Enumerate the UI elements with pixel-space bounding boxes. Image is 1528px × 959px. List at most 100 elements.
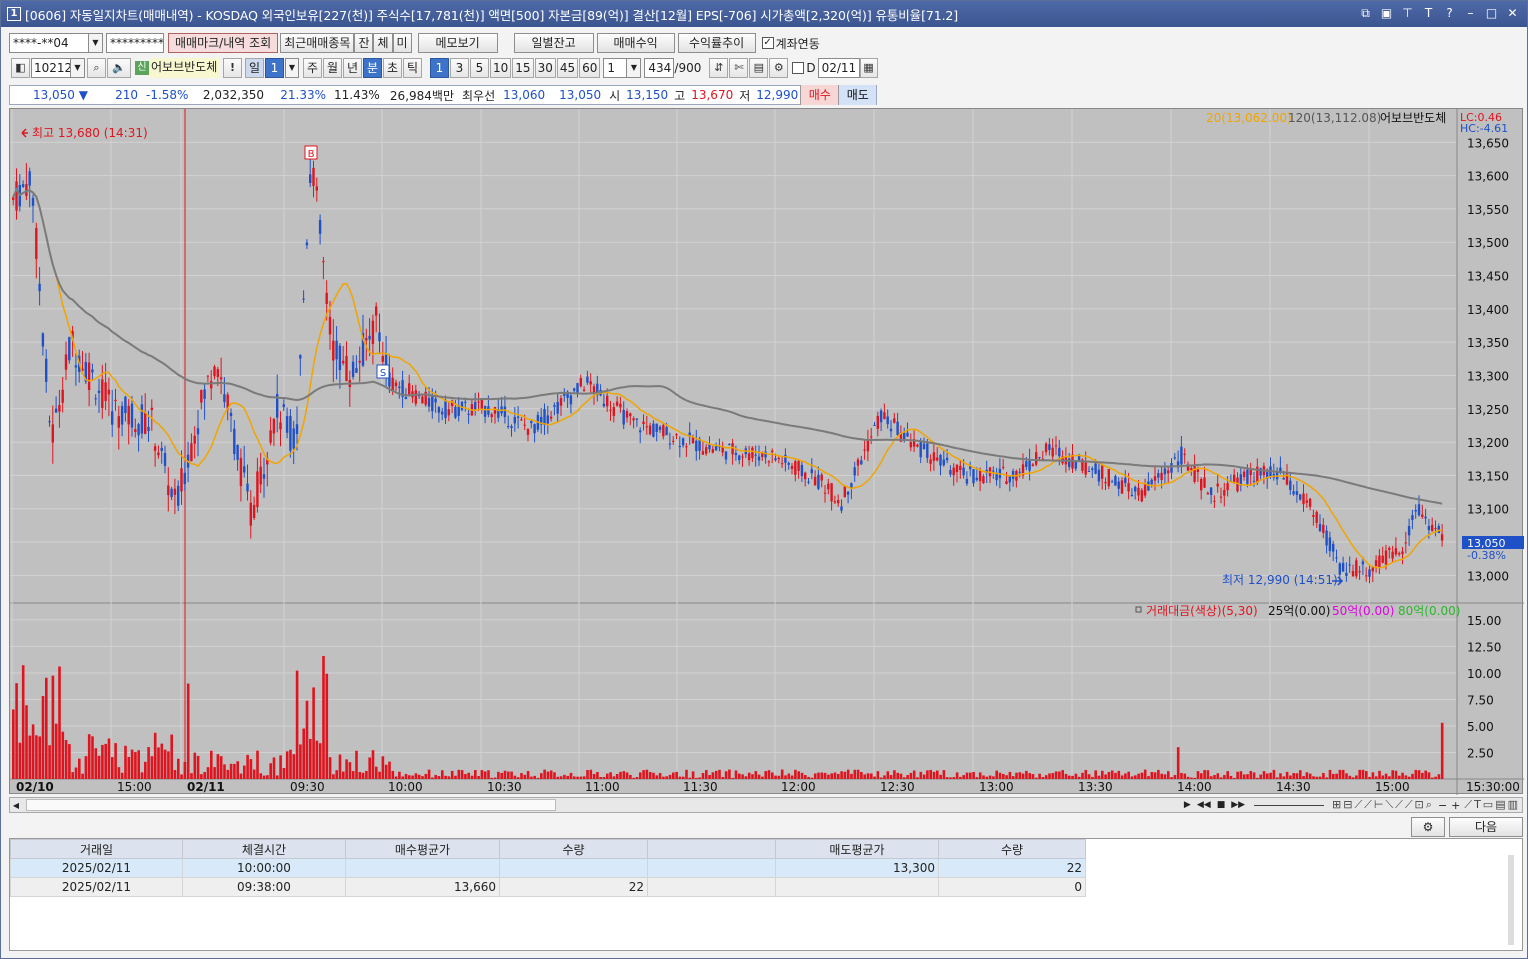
date-input[interactable]: 02/11 bbox=[817, 58, 860, 78]
profit-rate-button[interactable]: 수익률추이 bbox=[677, 33, 756, 53]
candle-body bbox=[1252, 480, 1256, 482]
volume-bar bbox=[912, 770, 916, 779]
period-week-button[interactable]: 주 bbox=[303, 58, 322, 78]
zoom-out-icon[interactable]: − bbox=[1436, 799, 1449, 812]
volume-bar bbox=[292, 754, 296, 779]
chart-scrollbar[interactable]: ◀ ▶ ◀◀ ■ ▶▶ ⊞⊟⟋⟋⊢⟍⟋⟋⊡⌕ − + ⟋T▭▤▥ bbox=[9, 797, 1523, 813]
account-link-checkbox[interactable]: ✓ 계좌연동 bbox=[761, 35, 820, 52]
period-day-button[interactable]: 일 bbox=[245, 58, 264, 78]
interval-60[interactable]: 60 bbox=[579, 58, 601, 78]
interval-10[interactable]: 10 bbox=[490, 58, 512, 78]
account-dropdown-icon[interactable]: ▼ bbox=[89, 33, 103, 53]
pin-icon[interactable]: ⊤ bbox=[1399, 5, 1416, 22]
maximize-icon[interactable]: □ bbox=[1483, 5, 1500, 22]
code-dropdown-icon[interactable]: ▼ bbox=[71, 58, 85, 78]
volume-bar bbox=[629, 774, 632, 779]
interval-1[interactable]: 1 bbox=[430, 58, 449, 78]
account-input[interactable]: ****-**04 bbox=[9, 33, 89, 53]
bar-count-input[interactable]: 434 bbox=[644, 58, 675, 78]
alert-icon[interactable]: ! bbox=[223, 58, 242, 78]
period-month-button[interactable]: 월 bbox=[323, 58, 342, 78]
candle-body bbox=[1411, 515, 1414, 521]
volume-bar bbox=[417, 774, 421, 779]
buy-button[interactable]: 매수 bbox=[800, 85, 839, 105]
interval-3[interactable]: 3 bbox=[450, 58, 469, 78]
sell-button[interactable]: 매도 bbox=[838, 85, 877, 105]
volume-bar bbox=[1328, 769, 1332, 779]
tile-icon[interactable]: ▣ bbox=[1378, 5, 1395, 22]
volume-bar bbox=[325, 673, 329, 779]
search-icon[interactable]: ⌕ bbox=[87, 58, 106, 78]
interval-15[interactable]: 15 bbox=[512, 58, 534, 78]
table-row[interactable]: 2025/02/11 09:38:00 13,660 22 0 bbox=[10, 877, 1086, 897]
stop-icon[interactable]: ■ bbox=[1214, 800, 1229, 810]
sound-icon[interactable]: 🔈 bbox=[107, 58, 131, 78]
recent-stocks-button[interactable]: 최근매매종목 bbox=[280, 33, 355, 53]
restore-icon[interactable]: ⧉ bbox=[1357, 5, 1374, 22]
table-scrollbar[interactable] bbox=[1508, 855, 1514, 945]
gear-icon[interactable]: ⚙ bbox=[769, 58, 789, 78]
close-icon[interactable]: ✕ bbox=[1504, 5, 1521, 22]
next-page-icon[interactable]: ▶ bbox=[1181, 800, 1194, 810]
save-icon[interactable]: ▤ bbox=[749, 58, 769, 78]
candle-body bbox=[586, 376, 589, 383]
interval-count-input[interactable]: 1 bbox=[603, 58, 628, 78]
indicator-icon[interactable]: ⇵ bbox=[709, 58, 729, 78]
help-icon[interactable]: ? bbox=[1441, 5, 1458, 22]
table-row[interactable]: 2025/02/11 10:00:00 13,300 22 bbox=[10, 858, 1086, 878]
candlestick-chart[interactable]: 13,650 13,600 13,550 13,500 13,450 13,400 13,3… bbox=[10, 109, 1524, 795]
volume-bar bbox=[186, 683, 190, 779]
calendar-icon[interactable]: ▦ bbox=[859, 58, 878, 78]
layout-icon[interactable]: ◧ bbox=[11, 58, 30, 78]
volume-bar bbox=[1107, 771, 1111, 779]
tools-icon[interactable]: ✄ bbox=[729, 58, 749, 78]
period-number[interactable]: 1 bbox=[265, 58, 284, 78]
zoom-in-icon[interactable]: + bbox=[1449, 799, 1462, 812]
stock-code-input[interactable]: 102120 bbox=[31, 58, 71, 78]
volume-bar bbox=[193, 752, 197, 779]
scroll-thumb[interactable] bbox=[26, 799, 556, 811]
scroll-left-icon[interactable]: ◀ bbox=[10, 801, 22, 810]
period-year-button[interactable]: 년 bbox=[343, 58, 362, 78]
volume-bar bbox=[1391, 770, 1394, 779]
volume-bar bbox=[1338, 769, 1342, 779]
daily-balance-button[interactable]: 일별잔고 bbox=[513, 33, 594, 53]
chart-area[interactable]: 13,650 13,600 13,550 13,500 13,450 13,400 13,3… bbox=[9, 108, 1524, 795]
period-tick-button[interactable]: 틱 bbox=[403, 58, 422, 78]
mark-query-button[interactable]: 매매마크/내역 조회 bbox=[168, 33, 279, 53]
tab-jan[interactable]: 잔 bbox=[354, 33, 374, 53]
volume-bar bbox=[625, 772, 629, 779]
minimize-icon[interactable]: – bbox=[1462, 5, 1479, 22]
candle-body bbox=[1074, 461, 1077, 469]
count-dropdown-icon[interactable]: ▼ bbox=[627, 58, 642, 78]
d-checkbox[interactable] bbox=[792, 62, 805, 74]
candle-body bbox=[800, 464, 804, 477]
zoom-slider[interactable] bbox=[1254, 804, 1325, 806]
table-settings-icon[interactable]: ⚙ bbox=[1411, 817, 1445, 837]
time-tick-label: 15:00 bbox=[1375, 780, 1410, 794]
volume-bar bbox=[1252, 772, 1256, 779]
trade-profit-button[interactable]: 매매수익 bbox=[596, 33, 675, 53]
misc-tools-icon[interactable]: ⟋T▭▤▥ bbox=[1462, 798, 1522, 812]
period-second-button[interactable]: 초 bbox=[383, 58, 402, 78]
period-minute-button[interactable]: 분 bbox=[363, 58, 382, 78]
tab-mi[interactable]: 미 bbox=[392, 33, 412, 53]
candle-body bbox=[1101, 465, 1104, 479]
forward-icon[interactable]: ▶▶ bbox=[1228, 800, 1248, 810]
tab-che[interactable]: 체 bbox=[373, 33, 393, 53]
volume-bar bbox=[606, 773, 609, 779]
memo-button[interactable]: 메모보기 bbox=[417, 33, 498, 53]
volume-bar bbox=[708, 775, 711, 779]
font-icon[interactable]: T bbox=[1420, 5, 1437, 22]
volume-bar bbox=[1130, 776, 1134, 779]
next-button[interactable]: 다음 bbox=[1449, 817, 1523, 837]
password-input[interactable]: ********* bbox=[106, 33, 164, 53]
interval-5[interactable]: 5 bbox=[470, 58, 489, 78]
volume-bar bbox=[167, 751, 170, 779]
period-dropdown-icon[interactable]: ▼ bbox=[285, 58, 299, 78]
interval-45[interactable]: 45 bbox=[556, 58, 579, 78]
draw-tools-icon[interactable]: ⊞⊟⟋⟋⊢⟍⟋⟋⊡⌕ bbox=[1330, 798, 1436, 812]
volume-bar bbox=[658, 773, 662, 779]
rewind-icon[interactable]: ◀◀ bbox=[1194, 800, 1214, 810]
interval-30[interactable]: 30 bbox=[534, 58, 556, 78]
